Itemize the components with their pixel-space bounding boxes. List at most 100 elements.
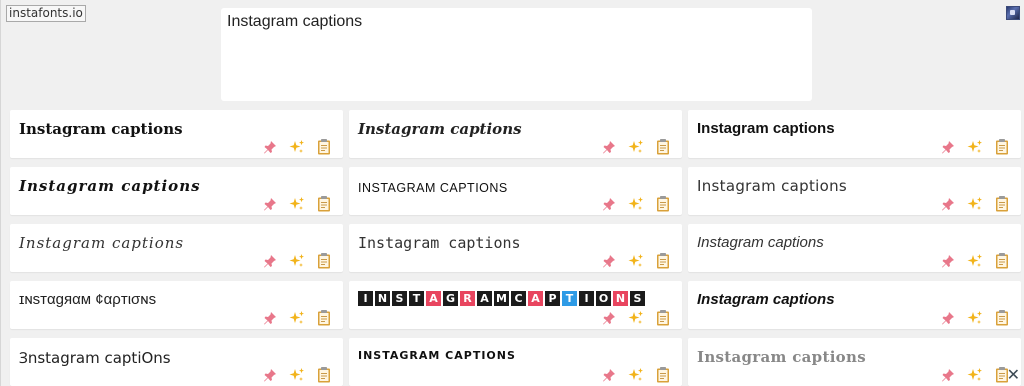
card-actions [260,252,333,269]
result-card: Instagram captions [10,167,343,215]
close-icon[interactable]: ✕ [1007,365,1020,384]
pushpin-icon[interactable] [260,195,279,212]
letter-tile: P [545,291,560,306]
letter-tile: T [409,291,424,306]
pushpin-icon[interactable] [599,366,618,383]
styled-text[interactable]: ɪɴѕтαgяαм ¢αρтισɴѕ [19,291,156,308]
result-card: Instagram captions [349,110,682,158]
styled-text[interactable]: Instagram captions [697,120,835,137]
styled-text[interactable]: Instagram captions [19,177,201,195]
card-actions [938,309,1011,326]
result-card: Instagram captions [688,224,1021,272]
result-card: ɪɴѕтαgяαм ¢αρтισɴѕ [10,281,343,329]
pushpin-icon[interactable] [260,366,279,383]
styled-text[interactable]: INSTAGRAM CAPTIONS [358,349,516,362]
result-card: Instagram captions [688,167,1021,215]
clipboard-icon[interactable] [992,252,1011,269]
result-card: INSTAGRAMCAPTIONS [349,281,682,329]
clipboard-icon[interactable] [653,195,672,212]
styled-text[interactable]: Instagram captions [358,120,522,138]
pushpin-icon[interactable] [938,138,957,155]
clipboard-icon[interactable] [653,309,672,326]
site-logo[interactable]: instafonts.io [6,5,86,22]
sparkles-icon[interactable] [626,138,645,155]
pushpin-icon[interactable] [260,252,279,269]
pushpin-icon[interactable] [260,309,279,326]
styled-text-boxed[interactable]: INSTAGRAMCAPTIONS [358,291,645,306]
clipboard-icon[interactable] [653,366,672,383]
result-card: Ɜnstagram captiOns [10,338,343,386]
card-actions [599,252,672,269]
sparkles-icon[interactable] [965,195,984,212]
caption-input[interactable]: Instagram captions [221,8,812,101]
letter-tile: A [477,291,492,306]
letter-tile: N [613,291,628,306]
clipboard-icon[interactable] [314,138,333,155]
extension-icon[interactable] [1006,6,1020,20]
pushpin-icon[interactable] [938,366,957,383]
styled-text[interactable]: INSTAGRAM CAPTIONS [358,181,508,195]
sparkles-icon[interactable] [965,252,984,269]
styled-text[interactable]: Ɜnstagram captiOns [19,348,171,368]
pushpin-icon[interactable] [938,195,957,212]
sparkles-icon[interactable] [626,195,645,212]
clipboard-icon[interactable] [992,138,1011,155]
results-grid: Instagram captions Instagram captions In… [10,110,1022,386]
letter-tile: I [579,291,594,306]
styled-text[interactable]: Instagram captions [697,348,866,366]
clipboard-icon[interactable] [992,195,1011,212]
pushpin-icon[interactable] [599,309,618,326]
pushpin-icon[interactable] [599,195,618,212]
clipboard-icon[interactable] [653,252,672,269]
card-actions [260,195,333,212]
styled-text[interactable]: Instagram captions [697,291,835,308]
styled-text[interactable]: Instagram captions [19,234,184,252]
sparkles-icon[interactable] [965,138,984,155]
pushpin-icon[interactable] [938,309,957,326]
sparkles-icon[interactable] [287,309,306,326]
result-card: Instagram captions [10,110,343,158]
pushpin-icon[interactable] [260,138,279,155]
clipboard-icon[interactable] [314,366,333,383]
result-card: INSTAGRAM CAPTIONS [349,338,682,386]
sparkles-icon[interactable] [965,309,984,326]
result-card: Instagram captions [10,224,343,272]
pushpin-icon[interactable] [599,138,618,155]
letter-tile: I [358,291,373,306]
sparkles-icon[interactable] [626,366,645,383]
result-card: Instagram captions [688,110,1021,158]
result-card: INSTAGRAM CAPTIONS [349,167,682,215]
card-actions [599,195,672,212]
result-card: Instagram captions [349,224,682,272]
clipboard-icon[interactable] [653,138,672,155]
sparkles-icon[interactable] [626,309,645,326]
styled-text[interactable]: Instagram captions [697,177,847,195]
card-actions [599,366,672,383]
sparkles-icon[interactable] [965,366,984,383]
letter-tile: R [460,291,475,306]
pushpin-icon[interactable] [599,252,618,269]
clipboard-icon[interactable] [314,309,333,326]
sparkles-icon[interactable] [626,252,645,269]
sparkles-icon[interactable] [287,252,306,269]
card-actions [260,366,333,383]
letter-tile: M [494,291,509,306]
letter-tile: T [562,291,577,306]
sparkles-icon[interactable] [287,195,306,212]
pushpin-icon[interactable] [938,252,957,269]
letter-tile: A [528,291,543,306]
styled-text[interactable]: Instagram captions [19,120,183,138]
card-actions [938,138,1011,155]
sparkles-icon[interactable] [287,138,306,155]
clipboard-icon[interactable] [992,309,1011,326]
card-actions [938,366,1011,383]
styled-text[interactable]: Instagram captions [358,234,521,252]
letter-tile: A [426,291,441,306]
sparkles-icon[interactable] [287,366,306,383]
letter-tile: O [596,291,611,306]
result-card: Instagram captions [688,281,1021,329]
clipboard-icon[interactable] [314,252,333,269]
clipboard-icon[interactable] [314,195,333,212]
styled-text[interactable]: Instagram captions [697,234,824,251]
letter-tile: C [511,291,526,306]
